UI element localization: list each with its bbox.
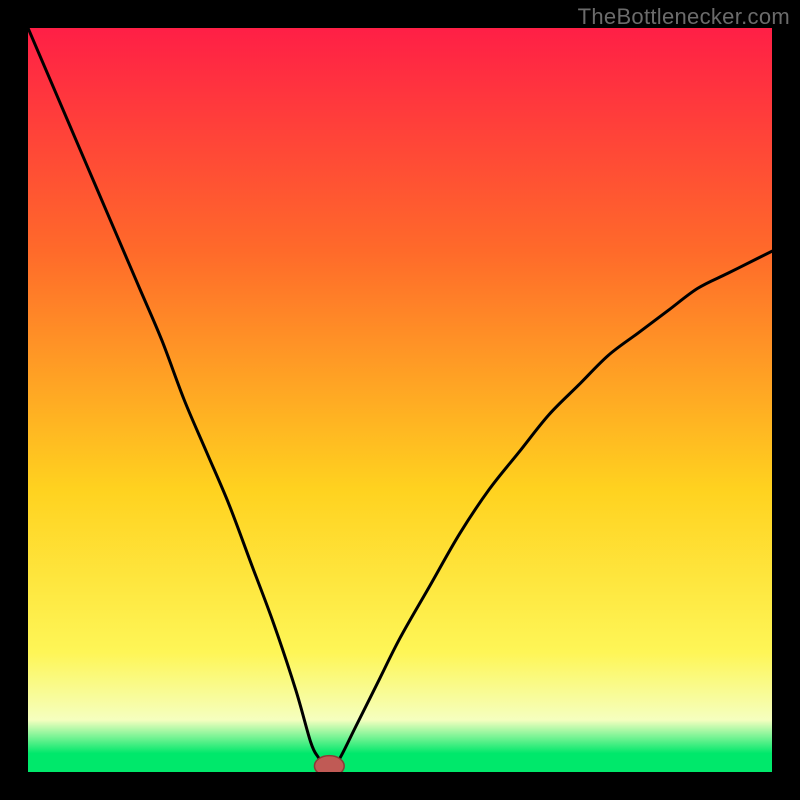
chart-frame: TheBottlenecker.com [0,0,800,800]
bottleneck-chart-svg [28,28,772,772]
optimum-marker [314,756,344,772]
gradient-background [28,28,772,772]
watermark-text: TheBottlenecker.com [578,4,790,30]
plot-area [28,28,772,772]
